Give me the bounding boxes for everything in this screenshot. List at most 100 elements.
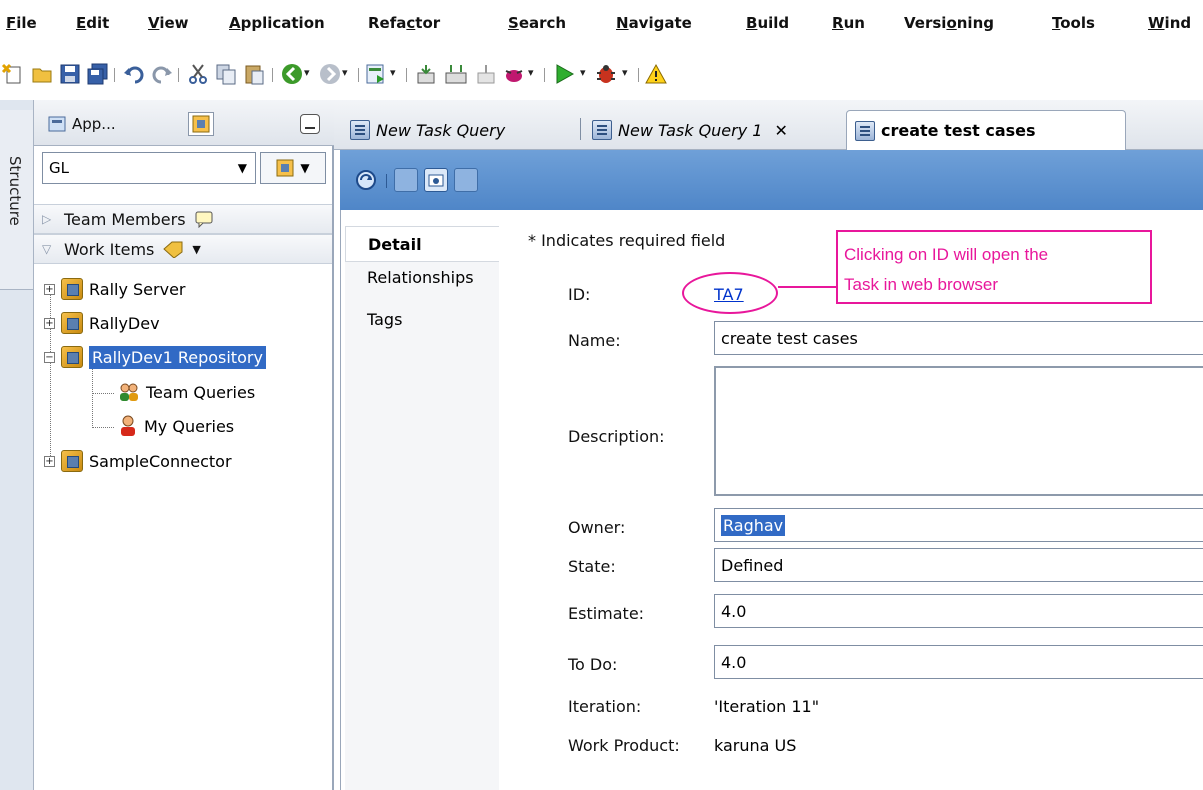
query-icon [350,120,370,140]
copy-icon[interactable] [214,62,238,86]
tree-item-my-queries[interactable]: My Queries [118,411,234,441]
menu-view[interactable]: View [148,14,189,32]
refresh-icon[interactable] [354,168,378,192]
description-field[interactable] [714,366,1203,496]
tab-new-task-query-1[interactable]: New Task Query 1 ✕ [584,114,796,146]
tab-applications-label: App... [72,115,116,133]
menu-navigate[interactable]: Navigate [616,14,692,32]
name-label: Name: [568,331,621,350]
annotation-line-1: Clicking on ID will open the [844,245,1049,264]
menu-edit[interactable]: Edit [76,14,109,32]
tree-item-rally-server[interactable]: + Rally Server [44,274,185,304]
rally-connector-tab[interactable] [188,112,214,136]
add-child-icon[interactable] [394,168,418,192]
cut-icon[interactable] [186,62,210,86]
collapse-icon[interactable]: − [44,351,55,363]
menu-refactor[interactable]: Refactor [368,14,440,32]
close-icon[interactable]: ✕ [774,121,787,140]
query-icon [592,120,612,140]
undo-icon[interactable] [122,62,146,86]
owner-field[interactable]: Raghav [714,508,1203,542]
tab-new-task-query[interactable]: New Task Query [342,114,513,146]
tab-create-test-cases[interactable]: create test cases [846,110,1126,150]
name-field[interactable]: create test cases [714,321,1203,355]
rally-connection-icon [61,450,83,472]
redo-icon[interactable] [150,62,174,86]
menu-search[interactable]: Search [508,14,566,32]
menu-run[interactable]: Run [832,14,865,32]
comment-icon[interactable] [194,210,214,228]
application-menu-button[interactable]: ▼ [260,152,326,184]
owner-label: Owner: [568,518,626,537]
required-field-note: * Indicates required field [528,231,726,250]
build-dropdown-icon[interactable]: ▾ [528,66,534,79]
rebuild-icon[interactable] [444,62,468,86]
side-tab-relationships[interactable]: Relationships [345,268,499,298]
open-folder-icon[interactable] [30,62,54,86]
menu-application[interactable]: Application [229,14,325,32]
sql-dropdown-icon[interactable]: ▾ [390,66,396,79]
side-tab-detail[interactable]: Detail [345,226,499,262]
bug-build-icon[interactable] [502,62,526,86]
menu-bar: File Edit View Application Refactor Sear… [0,0,1203,52]
tree-item-label: Team Queries [146,382,256,402]
back-icon[interactable] [280,62,304,86]
make-icon[interactable] [414,62,438,86]
todo-field[interactable]: 4.0 [714,645,1203,679]
tag-icon[interactable] [162,240,184,258]
tab-applications[interactable]: App... [48,110,116,138]
navigator-header: App... [34,100,334,146]
team-members-section[interactable]: ▷ Team Members [34,204,332,234]
estimate-value: 4.0 [721,602,747,621]
owner-value: Raghav [721,515,786,536]
back-dropdown-icon[interactable]: ▾ [304,66,310,79]
tree-item-rallydev1-repository[interactable]: − RallyDev1 Repository [44,342,266,372]
sql-worksheet-icon[interactable] [364,62,388,86]
collapse-arrow-icon: ▽ [42,242,52,256]
expand-icon[interactable]: + [44,283,55,295]
save-icon[interactable] [58,62,82,86]
paste-icon[interactable] [242,62,266,86]
chevron-down-icon[interactable]: ▼ [192,243,200,256]
tree-item-label: SampleConnector [89,451,232,471]
minimize-panel-button[interactable] [300,114,320,134]
expand-icon[interactable]: + [44,317,55,329]
menu-tools[interactable]: Tools [1052,14,1095,32]
delete-item-icon[interactable] [454,168,478,192]
minimize-icon [305,127,315,129]
callout-connector [778,286,836,288]
work-items-section[interactable]: ▽ Work Items ▼ [34,234,332,264]
new-icon[interactable] [0,62,24,86]
debug-icon[interactable] [594,62,618,86]
tree-item-team-queries[interactable]: Team Queries [118,377,255,407]
tab-label: New Task Query [376,120,506,140]
run-dropdown-icon[interactable]: ▾ [580,66,586,79]
warning-icon[interactable] [644,62,668,86]
estimate-field[interactable]: 4.0 [714,594,1203,628]
todo-label: To Do: [568,655,618,674]
id-label: ID: [568,285,591,304]
application-combo[interactable]: GL ▼ [42,152,256,184]
debug-dropdown-icon[interactable]: ▾ [622,66,628,79]
run-icon[interactable] [552,62,576,86]
state-value: Defined [721,556,784,575]
open-web-icon[interactable] [424,168,448,192]
clean-icon[interactable] [474,62,498,86]
menu-window[interactable]: Wind [1148,14,1191,32]
save-all-icon[interactable] [86,62,110,86]
tree-item-rallydev[interactable]: + RallyDev [44,308,160,338]
work-product-value: karuna US [714,736,797,755]
expand-icon[interactable]: + [44,455,55,467]
menu-build[interactable]: Build [746,14,789,32]
tree-item-sample-connector[interactable]: + SampleConnector [44,446,232,476]
side-tab-tags[interactable]: Tags [345,310,499,340]
team-members-label: Team Members [64,209,186,229]
tree-item-label: My Queries [144,416,235,436]
state-field[interactable]: Defined [714,548,1203,582]
estimate-label: Estimate: [568,604,645,623]
forward-dropdown-icon[interactable]: ▾ [342,66,348,79]
menu-file[interactable]: File [6,14,37,32]
forward-icon[interactable] [318,62,342,86]
task-icon [855,120,875,141]
menu-versioning[interactable]: Versioning [904,14,994,32]
